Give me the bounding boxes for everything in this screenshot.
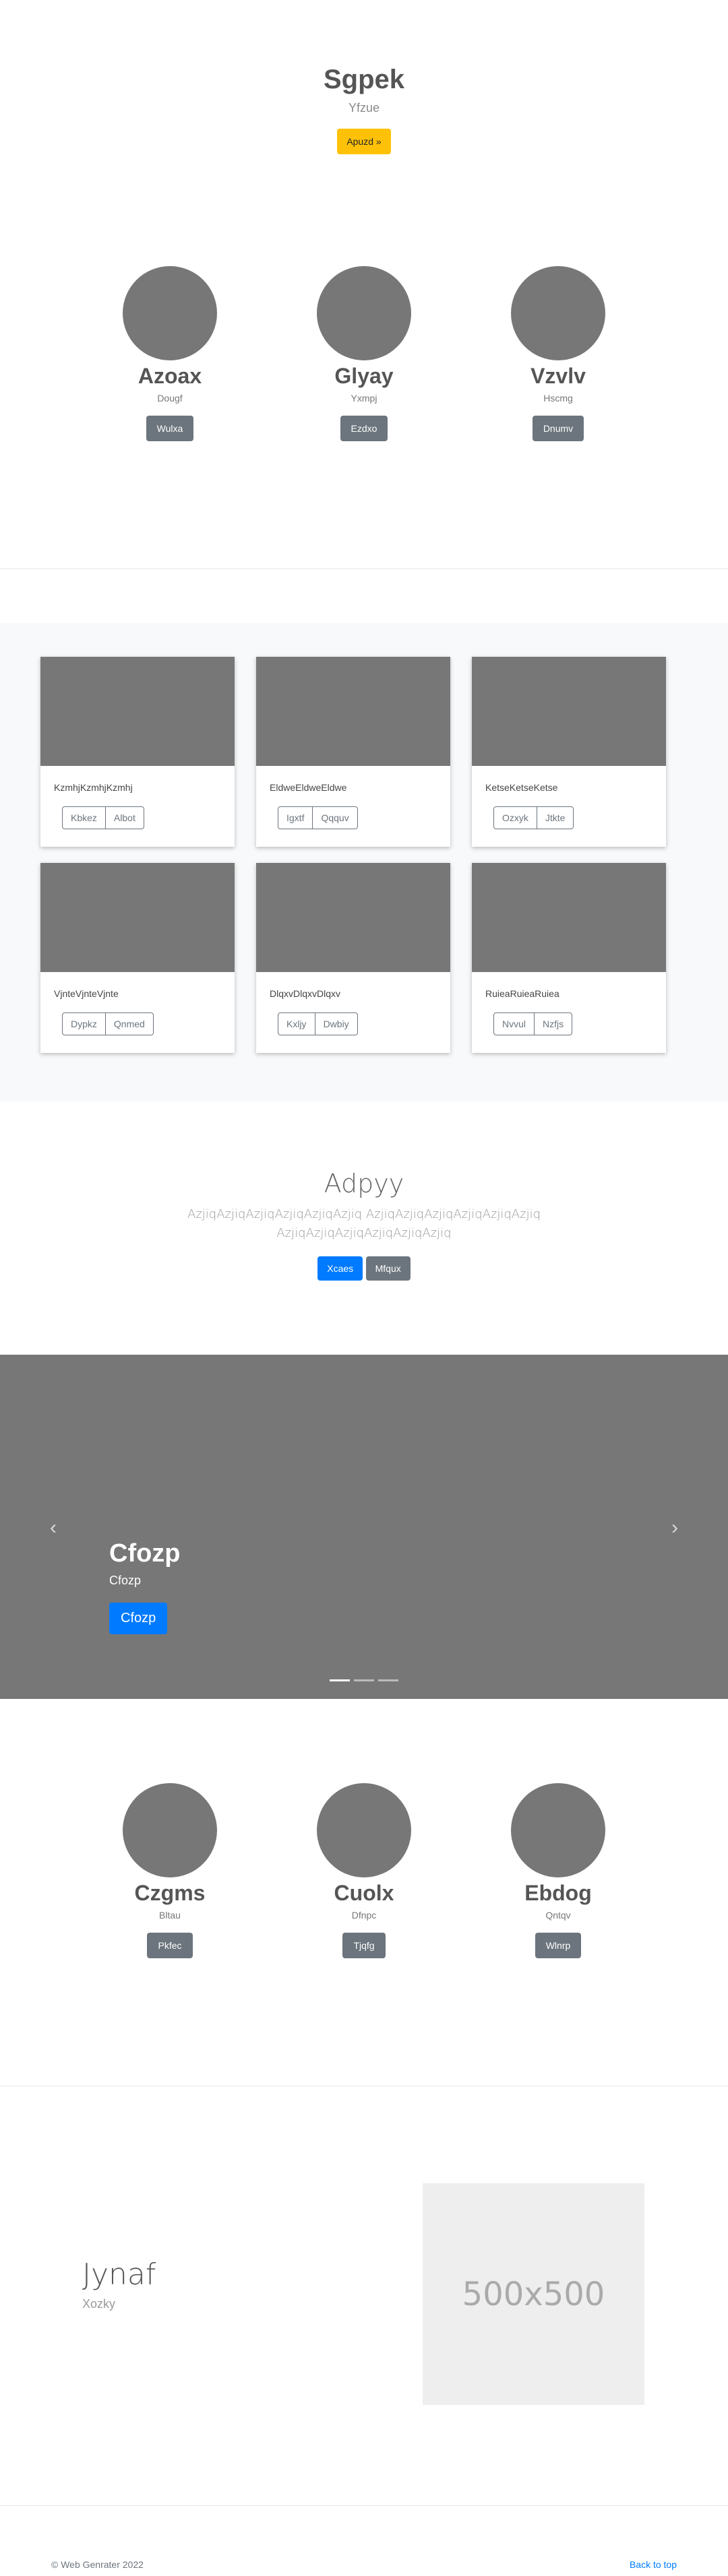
member-name: Azoax [138, 364, 202, 388]
card: RuieaRuieaRuiea Nvvul Nzfjs [472, 863, 666, 1053]
carousel-indicator-1[interactable] [330, 1679, 350, 1681]
jumbotron-title: Adpyy [324, 1169, 404, 1198]
card-text: RuieaRuieaRuiea [485, 988, 559, 999]
card-button-2[interactable]: Jtkte [537, 806, 574, 829]
feature-subtitle: Xozky [82, 2297, 116, 2311]
carousel: ‹ › Cfozp Cfozp Cfozp [0, 1355, 728, 1699]
carousel-button[interactable]: Cfozp [109, 1603, 168, 1634]
carousel-indicator-2[interactable] [354, 1679, 374, 1681]
feature-image-placeholder: 500x500 [423, 2183, 644, 2405]
jumbotron-primary-button[interactable]: Xcaes [317, 1256, 363, 1281]
member-role: Qntqv [545, 1910, 571, 1921]
feature-section: Jynaf Xozky 500x500 [0, 2086, 728, 2506]
card-button-2[interactable]: Qnmed [105, 1012, 154, 1035]
avatar [317, 266, 411, 360]
avatar [317, 1783, 411, 1877]
team-section: Azoax Dougf Wulxa Glyay Yxmpj Ezdxo Vzvl… [0, 195, 728, 569]
member-name: Ebdog [524, 1881, 592, 1905]
card: VjnteVjnteVjnte Dypkz Qnmed [40, 863, 235, 1053]
card-text: KzmhjKzmhjKzmhj [54, 782, 133, 793]
member-name: Glyay [334, 364, 394, 388]
footer: © Web Genrater 2022 Back to top [0, 2506, 728, 2576]
card-button-group: Ozxyk Jtkte [493, 806, 574, 829]
card: DlqxvDlqxvDlqxv Kxljy Dwbiy [256, 863, 450, 1053]
chevron-left-icon[interactable]: ‹ [50, 1516, 57, 1539]
avatar [123, 1783, 217, 1877]
card-button-2[interactable]: Albot [105, 806, 144, 829]
card-gallery: KzmhjKzmhjKzmhj Kbkez Albot EldweEldweEl… [0, 623, 728, 1101]
member-role: Hscmg [543, 393, 573, 404]
card-button-2[interactable]: Dwbiy [315, 1012, 358, 1035]
feature-title: Jynaf [82, 2257, 156, 2292]
jumbotron-secondary-button[interactable]: Mfqux [365, 1256, 411, 1281]
card-button-group: Dypkz Qnmed [62, 1012, 154, 1035]
carousel-title: Cfozp [109, 1539, 181, 1568]
member-name: Czgms [134, 1881, 206, 1905]
carousel-subtitle: Cfozp [109, 1574, 142, 1587]
card-image [40, 863, 235, 972]
carousel-caption: Cfozp Cfozp Cfozp [109, 1539, 181, 1634]
team-member: Vzvlv Hscmg Dnumv [461, 266, 655, 442]
member-name: Vzvlv [530, 364, 586, 388]
card: KetseKetseKetse Ozxyk Jtkte [472, 657, 666, 847]
member-button[interactable]: Tjqfg [342, 1933, 386, 1959]
card-button-1[interactable]: Nvvul [493, 1012, 535, 1035]
member-role: Yxmpj [351, 393, 377, 404]
card-button-1[interactable]: Kbkez [62, 806, 106, 829]
team-member: Czgms Bltau Pkfec [73, 1783, 267, 1959]
card-image [472, 657, 666, 766]
card: EldweEldweEldwe Igxtf Qqquv [256, 657, 450, 847]
team-member: Cuolx Dfnpc Tjqfg [267, 1783, 461, 1959]
footer-copyright: © Web Genrater 2022 [51, 2559, 144, 2570]
card-image [40, 657, 235, 766]
member-role: Bltau [159, 1910, 181, 1921]
hero-subtitle: Yfzue [348, 101, 380, 115]
hero-section: Sgpek Yfzue Apuzd » [0, 0, 728, 195]
member-name: Cuolx [334, 1881, 394, 1905]
card-button-2[interactable]: Nzfjs [535, 1012, 573, 1035]
member-button[interactable]: Ezdxo [340, 416, 388, 442]
team-member: Azoax Dougf Wulxa [73, 266, 267, 442]
chevron-right-icon[interactable]: › [671, 1516, 678, 1539]
avatar [511, 1783, 605, 1877]
card-button-group: Nvvul Nzfjs [493, 1012, 573, 1035]
jumbotron: Adpyy AzjiqAzjiqAzjiqAzjiqAzjiqAzjiq Azj… [0, 1101, 728, 1355]
card-button-1[interactable]: Dypkz [62, 1012, 106, 1035]
card-image [472, 863, 666, 972]
member-role: Dfnpc [351, 1910, 377, 1921]
member-button[interactable]: Dnumv [532, 416, 584, 442]
hero-title: Sgpek [323, 65, 405, 94]
avatar [123, 266, 217, 360]
member-button[interactable]: Wlnrp [535, 1933, 582, 1959]
card-button-1[interactable]: Ozxyk [493, 806, 537, 829]
card: KzmhjKzmhjKzmhj Kbkez Albot [40, 657, 235, 847]
member-role: Dougf [157, 393, 183, 404]
team-section-2: Czgms Bltau Pkfec Cuolx Dfnpc Tjqfg Ebdo… [0, 1699, 728, 2086]
member-button[interactable]: Pkfec [147, 1933, 193, 1959]
card-text: EldweEldweEldwe [270, 782, 347, 793]
card-image [256, 657, 450, 766]
jumbotron-text: AzjiqAzjiqAzjiqAzjiqAzjiqAzjiq AzjiqAzji… [187, 1207, 541, 1240]
team-member: Ebdog Qntqv Wlnrp [461, 1783, 655, 1959]
avatar [511, 266, 605, 360]
carousel-indicator-3[interactable] [378, 1679, 398, 1681]
card-text: VjnteVjnteVjnte [54, 988, 119, 999]
hero-cta-button[interactable]: Apuzd » [337, 129, 391, 154]
card-button-group: Kxljy Dwbiy [278, 1012, 358, 1035]
back-to-top-link[interactable]: Back to top [630, 2559, 677, 2570]
card-button-group: Kbkez Albot [62, 806, 144, 829]
card-text: KetseKetseKetse [485, 782, 558, 793]
carousel-indicators [0, 1679, 728, 1681]
card-button-group: Igxtf Qqquv [278, 806, 358, 829]
placeholder-label: 500x500 [462, 2275, 605, 2313]
card-image [256, 863, 450, 972]
member-button[interactable]: Wulxa [146, 416, 194, 442]
card-text: DlqxvDlqxvDlqxv [270, 988, 341, 999]
card-button-1[interactable]: Igxtf [278, 806, 313, 829]
team-member: Glyay Yxmpj Ezdxo [267, 266, 461, 442]
card-button-1[interactable]: Kxljy [278, 1012, 315, 1035]
card-button-2[interactable]: Qqquv [313, 806, 358, 829]
